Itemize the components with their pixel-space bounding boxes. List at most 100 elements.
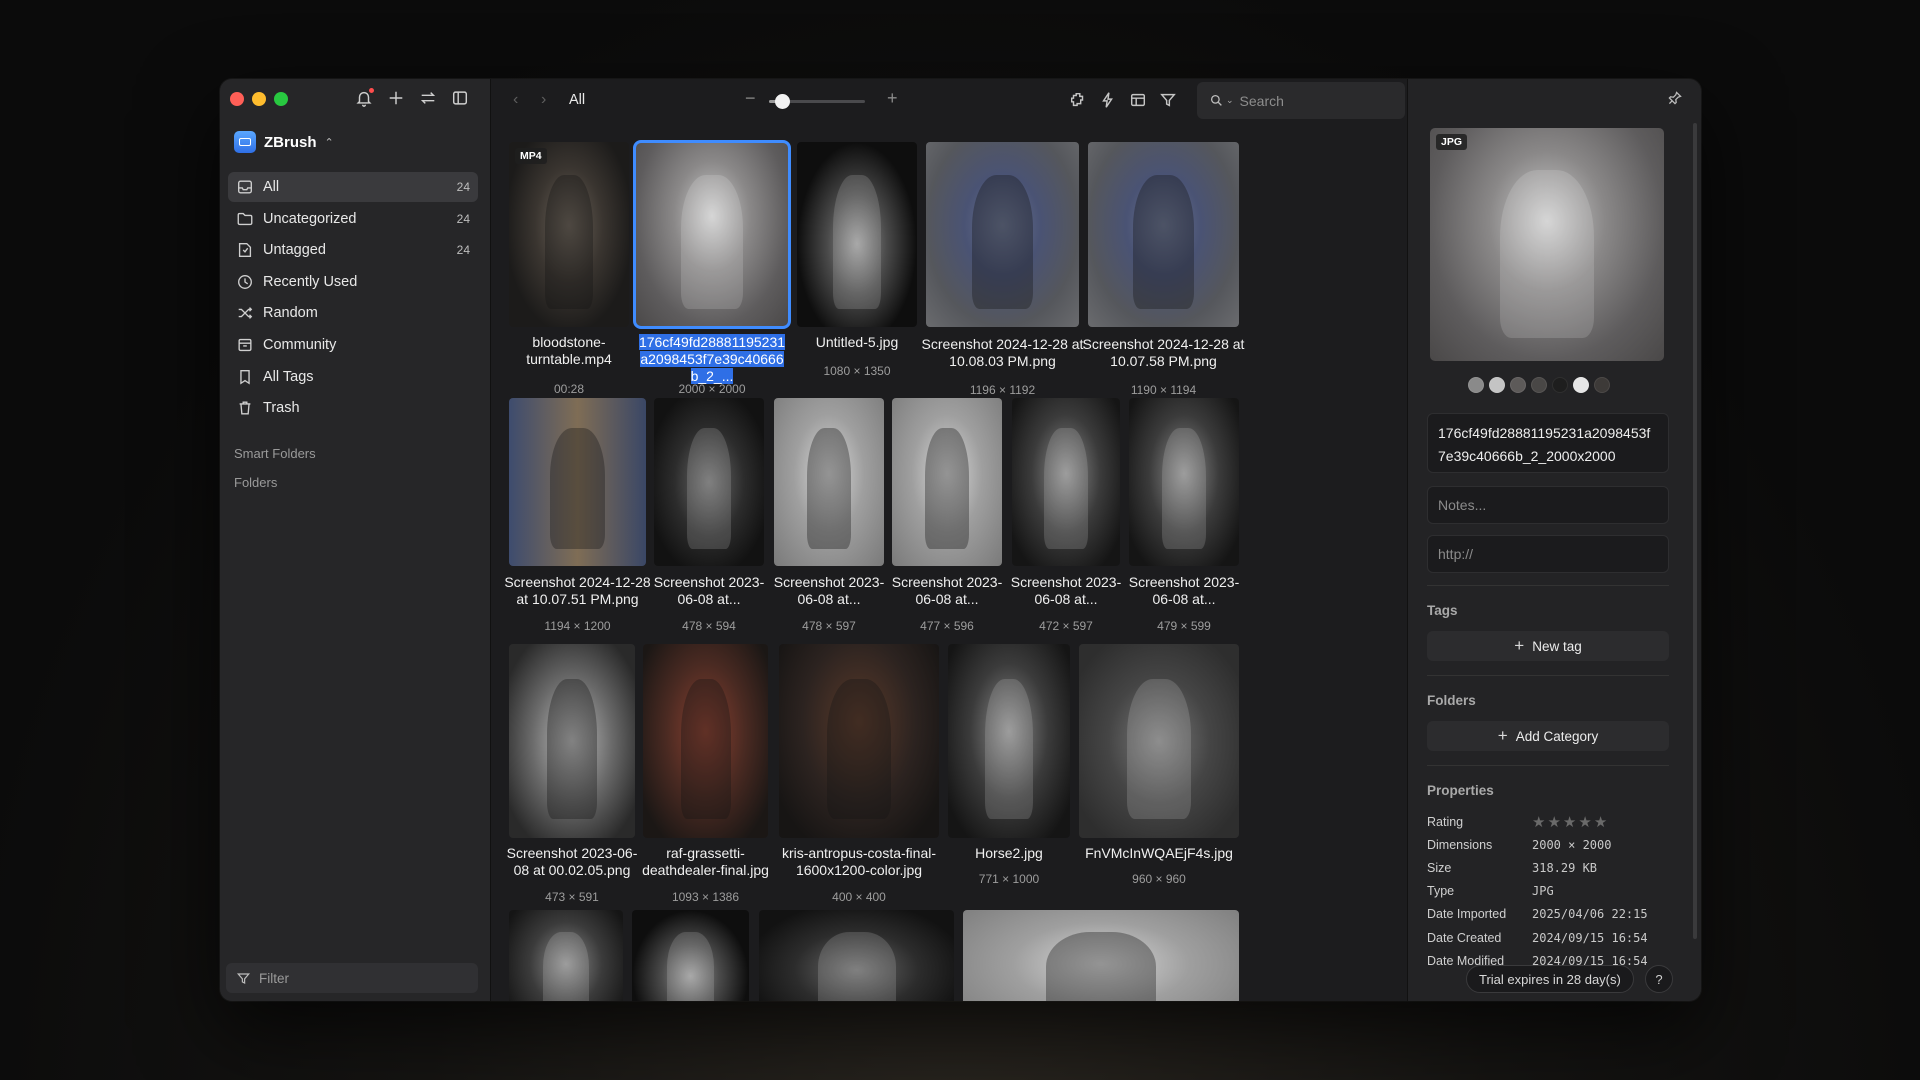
color-swatch[interactable] (1594, 377, 1610, 393)
thumbnail[interactable] (963, 910, 1239, 1001)
zoom-out-icon[interactable]: − (745, 88, 756, 109)
file-name: Screenshot 2023-06-08 at... (1010, 574, 1122, 607)
thumbnail[interactable] (797, 142, 917, 327)
color-swatch[interactable] (1531, 377, 1547, 393)
thumbnail[interactable] (1088, 142, 1239, 327)
back-icon[interactable]: ‹ (513, 91, 518, 109)
close-window-button[interactable] (230, 92, 244, 106)
file-name: Screenshot 2023-06-08 at... (1128, 574, 1240, 607)
file-meta: 2000 × 2000 (678, 382, 746, 396)
thumbnail[interactable] (1012, 398, 1120, 566)
plugin-icon[interactable] (1068, 90, 1088, 110)
file-meta: 473 × 591 (545, 890, 599, 904)
file-name[interactable]: 176cf49fd28881195231a2098453f7e39c40666b… (635, 334, 789, 385)
thumbnail[interactable] (892, 398, 1002, 566)
property-row: Type JPG (1427, 880, 1677, 903)
zoom-slider-knob[interactable] (775, 94, 791, 109)
property-row: Dimensions 2000 × 2000 (1427, 833, 1677, 856)
plus-icon: + (1497, 726, 1508, 745)
sidebar-item-count: 24 (456, 243, 470, 258)
thumbnail[interactable] (779, 644, 939, 838)
search-input[interactable]: ⌄ Search (1197, 82, 1405, 119)
star-icon[interactable]: ★ (1532, 814, 1545, 831)
chevron-down-icon: ⌄ (1226, 95, 1234, 105)
property-row-rating: Rating ★ ★ ★ ★ ★ (1427, 810, 1677, 833)
color-swatch[interactable] (1489, 377, 1505, 393)
swap-icon[interactable] (418, 88, 438, 108)
zoom-in-icon[interactable]: + (887, 88, 898, 109)
star-icon[interactable]: ★ (1578, 814, 1591, 831)
thumbnail[interactable] (509, 398, 646, 566)
color-swatch[interactable] (1573, 377, 1589, 393)
thumbnail[interactable] (509, 910, 623, 1001)
thumbnail[interactable] (654, 398, 764, 566)
thumbnail[interactable] (926, 142, 1079, 327)
thumbnail[interactable] (948, 644, 1070, 838)
thumbnail[interactable] (774, 398, 884, 566)
sidebar-item-trash[interactable]: Trash (228, 393, 478, 423)
sidebar-item-all[interactable]: All 24 (228, 172, 478, 202)
property-value: 2025/04/06 22:15 (1532, 907, 1648, 922)
rating-stars[interactable]: ★ ★ ★ ★ ★ (1532, 813, 1609, 831)
sidebar-item-community[interactable]: Community (228, 330, 478, 360)
smart-folders-section[interactable]: Smart Folders (234, 446, 316, 461)
trial-badge[interactable]: Trial expires in 28 day(s) (1466, 965, 1634, 993)
help-button[interactable]: ? (1645, 965, 1673, 993)
thumbnail[interactable] (1129, 398, 1239, 566)
bookmark-icon (240, 369, 250, 385)
thumbnail[interactable] (633, 140, 791, 329)
minimize-window-button[interactable] (252, 92, 266, 106)
sidebar-item-all-tags[interactable]: All Tags (228, 362, 478, 392)
pin-icon[interactable] (1667, 90, 1683, 111)
library-switcher[interactable]: ZBrush ⌃ (234, 131, 334, 153)
star-icon[interactable]: ★ (1547, 814, 1560, 831)
shuffle-icon (238, 307, 253, 320)
url-field[interactable]: http:// (1427, 535, 1669, 573)
forward-icon[interactable]: › (541, 91, 546, 109)
file-name: Screenshot 2024-12-28 at 10.08.03 PM.png (921, 336, 1084, 369)
sidebar-item-uncategorized[interactable]: Uncategorized 24 (228, 204, 478, 234)
sidebar-item-label: Random (263, 305, 318, 322)
file-name: Screenshot 2024-12-28 at 10.07.58 PM.png (1082, 336, 1245, 369)
file-meta: 472 × 597 (1039, 619, 1093, 633)
file-meta: 478 × 597 (802, 619, 856, 633)
notes-field[interactable]: Notes... (1427, 486, 1669, 524)
color-swatch[interactable] (1510, 377, 1526, 393)
thumbnail[interactable]: MP4 (509, 142, 629, 327)
tag-icon (238, 243, 252, 258)
filter-input[interactable]: Filter (226, 963, 478, 993)
file-type-badge: JPG (1436, 134, 1468, 150)
inspector-scrollbar[interactable] (1693, 123, 1697, 939)
thumbnail[interactable] (1079, 644, 1239, 838)
properties-label: Properties (1427, 783, 1494, 798)
preview-image[interactable]: JPG (1430, 128, 1664, 361)
color-swatch[interactable] (1552, 377, 1568, 393)
folders-section[interactable]: Folders (234, 475, 277, 490)
star-icon[interactable]: ★ (1563, 814, 1576, 831)
filter-icon[interactable] (1158, 90, 1178, 110)
divider (1427, 585, 1669, 586)
thumbnail[interactable] (632, 910, 749, 1001)
zoom-window-button[interactable] (274, 92, 288, 106)
property-key: Date Imported (1427, 907, 1507, 922)
new-tag-button[interactable]: + New tag (1427, 631, 1669, 661)
zoom-slider[interactable] (769, 94, 865, 109)
sidebar-toggle-icon[interactable] (450, 88, 470, 108)
filename-field[interactable]: 176cf49fd28881195231a2098453f7e39c40666b… (1427, 413, 1669, 473)
sidebar-item-random[interactable]: Random (228, 298, 478, 328)
thumbnail[interactable] (509, 644, 635, 838)
add-category-button[interactable]: + Add Category (1427, 721, 1669, 751)
plus-icon[interactable] (386, 88, 406, 108)
thumbnail[interactable] (759, 910, 954, 1001)
layout-icon[interactable] (1128, 90, 1148, 110)
sidebar-item-recently-used[interactable]: Recently Used (228, 267, 478, 297)
sidebar-item-label: All Tags (263, 368, 314, 385)
bell-icon[interactable] (354, 88, 374, 108)
action-icon[interactable] (1098, 90, 1118, 110)
star-icon[interactable]: ★ (1594, 814, 1607, 831)
thumbnail[interactable] (643, 644, 768, 838)
sidebar-item-untagged[interactable]: Untagged 24 (228, 235, 478, 265)
color-swatch[interactable] (1468, 377, 1484, 393)
sidebar-nav: All 24 Uncategorized 24 Untagged 24 Rece… (228, 172, 478, 425)
inbox-icon (238, 180, 252, 194)
